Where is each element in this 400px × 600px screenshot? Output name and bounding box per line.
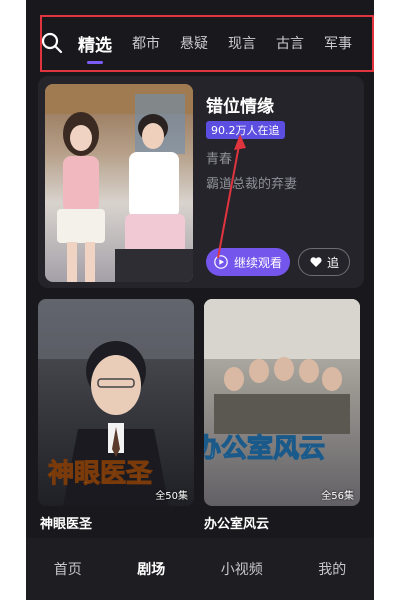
featured-cover-image[interactable] (45, 84, 193, 282)
continue-watching-label: 继续观看 (233, 255, 282, 270)
featured-card[interactable]: 错位情缘 90.2万人在追 青春 霸道总裁的弃妻 继续观看 追 (38, 76, 364, 288)
tab-ancient-romance[interactable]: 古言 (276, 33, 304, 53)
popularity-badge: 90.2万人在追 (206, 121, 285, 139)
follow-label: 追 (326, 255, 339, 270)
tab-suspense[interactable]: 悬疑 (180, 33, 208, 53)
poster-title-text: 办公室风云 (204, 433, 325, 464)
nav-home[interactable]: 首页 (54, 559, 82, 579)
tab-featured[interactable]: 精选 (78, 31, 112, 56)
continue-watching-button[interactable]: 继续观看 (206, 248, 290, 276)
poster-image: 办公室风云 (204, 299, 360, 465)
poster-title-text: 神眼医圣 (48, 459, 153, 489)
genre-label: 青春 (206, 152, 233, 167)
nav-profile[interactable]: 我的 (318, 559, 346, 579)
episode-count: 全50集 (155, 491, 188, 502)
play-icon (214, 255, 228, 269)
nav-theater[interactable]: 剧场 (137, 559, 165, 579)
cover-illustration (45, 84, 193, 282)
drama-card[interactable]: 办公室风云 全56集 (204, 299, 360, 506)
featured-title[interactable]: 错位情缘 (206, 92, 274, 117)
search-icon[interactable] (40, 31, 64, 55)
poster-image: 神眼医圣 (38, 299, 194, 506)
nav-short-video[interactable]: 小视频 (221, 559, 263, 579)
category-tabs: 精选 都市 悬疑 现言 古言 军事 (40, 16, 374, 70)
tab-urban[interactable]: 都市 (132, 33, 160, 53)
description-text: 霸道总裁的弃妻 (206, 177, 298, 192)
bottom-nav: 首页 剧场 小视频 我的 (26, 538, 374, 600)
app-screen: 精选 都市 悬疑 现言 古言 军事 错位情缘 90.2万人在追 青春 霸道总裁的… (26, 0, 374, 600)
episode-count: 全56集 (321, 491, 354, 502)
drama-title[interactable]: 神眼医圣 (40, 513, 92, 532)
drama-card[interactable]: 神眼医圣 全50集 (38, 299, 194, 506)
drama-title[interactable]: 办公室风云 (204, 513, 269, 532)
follow-button[interactable]: 追 (298, 248, 350, 276)
heart-icon (310, 257, 322, 267)
tab-military[interactable]: 军事 (324, 33, 352, 53)
tab-modern-romance[interactable]: 现言 (228, 33, 256, 53)
